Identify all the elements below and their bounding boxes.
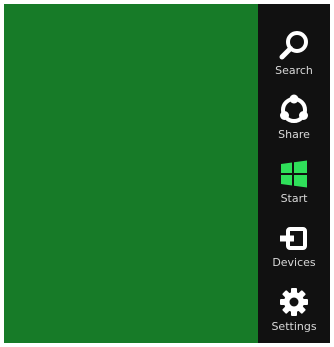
start-charm-label: Start xyxy=(280,192,308,205)
screen: Search Share Start Devices Settings xyxy=(4,4,330,343)
share-charm-label: Share xyxy=(278,128,310,141)
share-charm[interactable]: Share xyxy=(258,86,330,146)
windows-logo-icon xyxy=(281,160,307,188)
share-icon xyxy=(280,94,308,123)
devices-charm[interactable]: Devices xyxy=(258,214,330,274)
devices-icon xyxy=(280,227,307,250)
devices-charm-label: Devices xyxy=(272,256,316,269)
start-screen-background xyxy=(4,4,258,343)
search-charm-label: Search xyxy=(275,64,313,77)
search-icon xyxy=(279,31,308,60)
settings-charm-label: Settings xyxy=(271,320,317,333)
search-charm[interactable]: Search xyxy=(258,22,330,82)
start-charm[interactable]: Start xyxy=(258,150,330,210)
charms-bar: Search Share Start Devices Settings xyxy=(258,4,330,343)
gear-icon xyxy=(280,288,308,316)
settings-charm[interactable]: Settings xyxy=(258,278,330,338)
